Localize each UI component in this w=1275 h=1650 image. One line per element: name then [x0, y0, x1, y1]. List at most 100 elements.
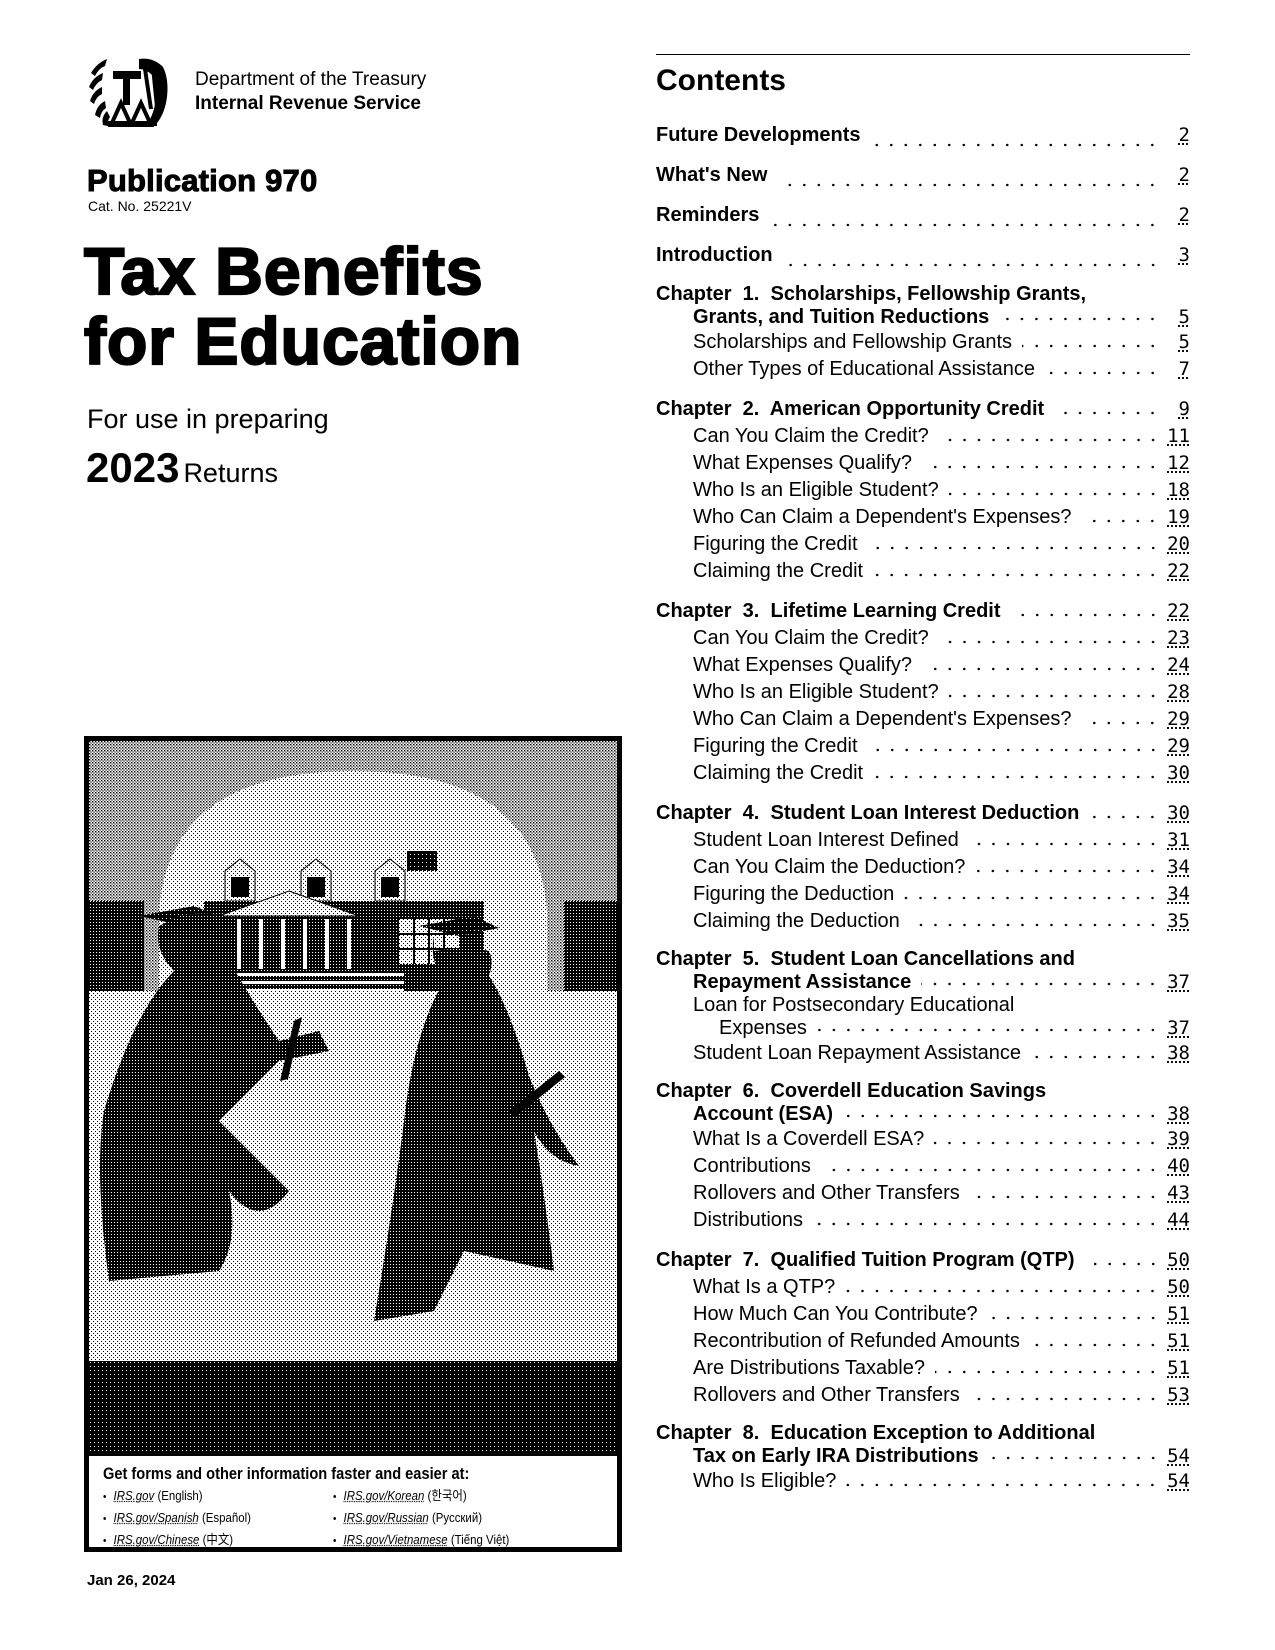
toc-page-link[interactable]: 51	[1166, 1355, 1190, 1382]
toc-section[interactable]: Can You Claim the Credit? 23	[656, 625, 1190, 652]
link-url[interactable]: IRS.gov/Vietnamese	[344, 1532, 448, 1547]
toc-page-link[interactable]: 54	[1166, 1468, 1190, 1495]
toc-page-link[interactable]: 38	[1166, 1103, 1190, 1126]
toc-page-link[interactable]: 30	[1166, 800, 1190, 827]
toc-page-link[interactable]: 22	[1166, 598, 1190, 625]
toc-page-link[interactable]: 37	[1166, 1017, 1190, 1040]
toc-item[interactable]: Introduction 3	[656, 235, 1190, 275]
toc-page-link[interactable]: 53	[1166, 1382, 1190, 1409]
toc-entry-label: Student Loan Interest Defined	[693, 829, 959, 851]
toc-page-link[interactable]: 24	[1166, 652, 1190, 679]
toc-section[interactable]: Can You Claim the Credit? 11	[656, 423, 1190, 450]
toc-chapter-heading[interactable]: Chapter 7. Qualified Tuition Program (QT…	[656, 1247, 1190, 1274]
bullet-icon: •	[333, 1535, 337, 1547]
toc-chapter-heading[interactable]: Chapter 4. Student Loan Interest Deducti…	[656, 800, 1190, 827]
toc-section[interactable]: Figuring the Deduction 34	[656, 881, 1190, 908]
toc-section[interactable]: Claiming the Credit 22	[656, 558, 1190, 585]
toc-section[interactable]: How Much Can You Contribute? 51	[656, 1301, 1190, 1328]
toc-section[interactable]: What Is a Coverdell ESA? 39	[656, 1126, 1190, 1153]
toc-chapter-group: Chapter 4. Student Loan Interest Deducti…	[656, 800, 1190, 935]
toc-section[interactable]: Student Loan Interest Defined 31	[656, 827, 1190, 854]
toc-section[interactable]: Distributions 44	[656, 1207, 1190, 1234]
toc-page-link[interactable]: 40	[1166, 1153, 1190, 1180]
toc-page-link[interactable]: 51	[1166, 1301, 1190, 1328]
toc-page-link[interactable]: 20	[1166, 531, 1190, 558]
dot-leader	[820, 1166, 1160, 1174]
toc-item[interactable]: Future Developments 2	[656, 115, 1190, 155]
toc-item[interactable]: What's New 2	[656, 155, 1190, 195]
toc-section[interactable]: Contributions 40	[656, 1153, 1190, 1180]
toc-page-link[interactable]: 44	[1166, 1207, 1190, 1234]
toc-page-link[interactable]: 7	[1166, 356, 1190, 383]
toc-page-link[interactable]: 37	[1166, 971, 1190, 994]
toc-page-link[interactable]: 5	[1166, 329, 1190, 356]
toc-entry-label: Introduction	[656, 244, 773, 266]
toc-page-link[interactable]: 22	[1166, 558, 1190, 585]
toc-section[interactable]: Scholarships and Fellowship Grants 5	[656, 329, 1190, 356]
toc-page-link[interactable]: 34	[1166, 854, 1190, 881]
toc-section[interactable]: Who Can Claim a Dependent's Expenses? 19	[656, 504, 1190, 531]
toc-page-link[interactable]: 29	[1166, 706, 1190, 733]
link-url[interactable]: IRS.gov/Spanish	[114, 1510, 199, 1525]
toc-page-link[interactable]: 29	[1166, 733, 1190, 760]
toc-page-link[interactable]: 2	[1166, 195, 1190, 235]
toc-page-link[interactable]: 23	[1166, 625, 1190, 652]
link-url[interactable]: IRS.gov/Korean	[344, 1488, 425, 1503]
toc-section[interactable]: Can You Claim the Deduction? 34	[656, 854, 1190, 881]
link-spanish: • IRS.gov/Spanish (Español)	[103, 1508, 305, 1529]
toc-page-link[interactable]: 3	[1166, 235, 1190, 275]
toc-section[interactable]: Other Types of Educational Assistance 7	[656, 356, 1190, 383]
link-url[interactable]: IRS.gov	[114, 1488, 155, 1503]
toc-section[interactable]: Student Loan Repayment Assistance 38	[656, 1040, 1190, 1067]
toc-chapter-heading-cont[interactable]: Repayment Assistance 37	[656, 971, 1190, 994]
toc-section[interactable]: What Expenses Qualify? 12	[656, 450, 1190, 477]
toc-page-link[interactable]: 50	[1166, 1247, 1190, 1274]
toc-page-link[interactable]: 5	[1166, 306, 1190, 329]
toc-page-link[interactable]: 31	[1166, 827, 1190, 854]
toc-section[interactable]: Who Can Claim a Dependent's Expenses? 29	[656, 706, 1190, 733]
toc-page-link[interactable]: 51	[1166, 1328, 1190, 1355]
toc-page-link[interactable]: 38	[1166, 1040, 1190, 1067]
toc-item[interactable]: Reminders 2	[656, 195, 1190, 235]
toc-section[interactable]: Claiming the Deduction 35	[656, 908, 1190, 935]
toc-section[interactable]: Who Is Eligible? 54	[656, 1468, 1190, 1495]
toc-section[interactable]: Figuring the Credit 20	[656, 531, 1190, 558]
toc-page-link[interactable]: 9	[1166, 396, 1190, 423]
toc-page-link[interactable]: 35	[1166, 908, 1190, 935]
toc-section[interactable]: Figuring the Credit 29	[656, 733, 1190, 760]
toc-section[interactable]: Are Distributions Taxable? 51	[656, 1355, 1190, 1382]
toc-chapter-group: Chapter 3. Lifetime Learning Credit 22 Can…	[656, 598, 1190, 787]
toc-chapter-heading-cont[interactable]: Account (ESA) 38	[656, 1103, 1190, 1126]
toc-page-link[interactable]: 34	[1166, 881, 1190, 908]
toc-page-link[interactable]: 12	[1166, 450, 1190, 477]
dot-leader	[934, 1139, 1160, 1147]
toc-page-link[interactable]: 30	[1166, 760, 1190, 787]
toc-page-link[interactable]: 19	[1166, 504, 1190, 531]
toc-section[interactable]: What Is a QTP? 50	[656, 1274, 1190, 1301]
toc-section[interactable]: Who Is an Eligible Student? 18	[656, 477, 1190, 504]
toc-page-link[interactable]: 39	[1166, 1126, 1190, 1153]
link-url[interactable]: IRS.gov/Chinese	[114, 1532, 200, 1547]
toc-page-link[interactable]: 11	[1166, 423, 1190, 450]
toc-section[interactable]: What Expenses Qualify? 24	[656, 652, 1190, 679]
toc-section-cont[interactable]: Expenses 37	[656, 1017, 1190, 1040]
toc-chapter-heading-cont[interactable]: Tax on Early IRA Distributions 54	[656, 1445, 1190, 1468]
toc-page-link[interactable]: 43	[1166, 1180, 1190, 1207]
toc-chapter-heading-cont[interactable]: Grants, and Tuition Reductions 5	[656, 306, 1190, 329]
toc-entry-label: Other Types of Educational Assistance	[693, 358, 1036, 380]
toc-page-link[interactable]: 50	[1166, 1274, 1190, 1301]
catalog-number: Cat. No. 25221V	[88, 198, 192, 214]
toc-page-link[interactable]: 54	[1166, 1445, 1190, 1468]
toc-chapter-heading[interactable]: Chapter 3. Lifetime Learning Credit 22	[656, 598, 1190, 625]
toc-page-link[interactable]: 18	[1166, 477, 1190, 504]
toc-section[interactable]: Rollovers and Other Transfers 43	[656, 1180, 1190, 1207]
toc-section[interactable]: Who Is an Eligible Student? 28	[656, 679, 1190, 706]
toc-chapter-heading[interactable]: Chapter 2. American Opportunity Credit 9	[656, 396, 1190, 423]
toc-section[interactable]: Claiming the Credit 30	[656, 760, 1190, 787]
toc-section[interactable]: Recontribution of Refunded Amounts 51	[656, 1328, 1190, 1355]
toc-page-link[interactable]: 2	[1166, 115, 1190, 155]
toc-page-link[interactable]: 28	[1166, 679, 1190, 706]
toc-page-link[interactable]: 2	[1166, 155, 1190, 195]
toc-section[interactable]: Rollovers and Other Transfers 53	[656, 1382, 1190, 1409]
link-url[interactable]: IRS.gov/Russian	[344, 1510, 429, 1525]
